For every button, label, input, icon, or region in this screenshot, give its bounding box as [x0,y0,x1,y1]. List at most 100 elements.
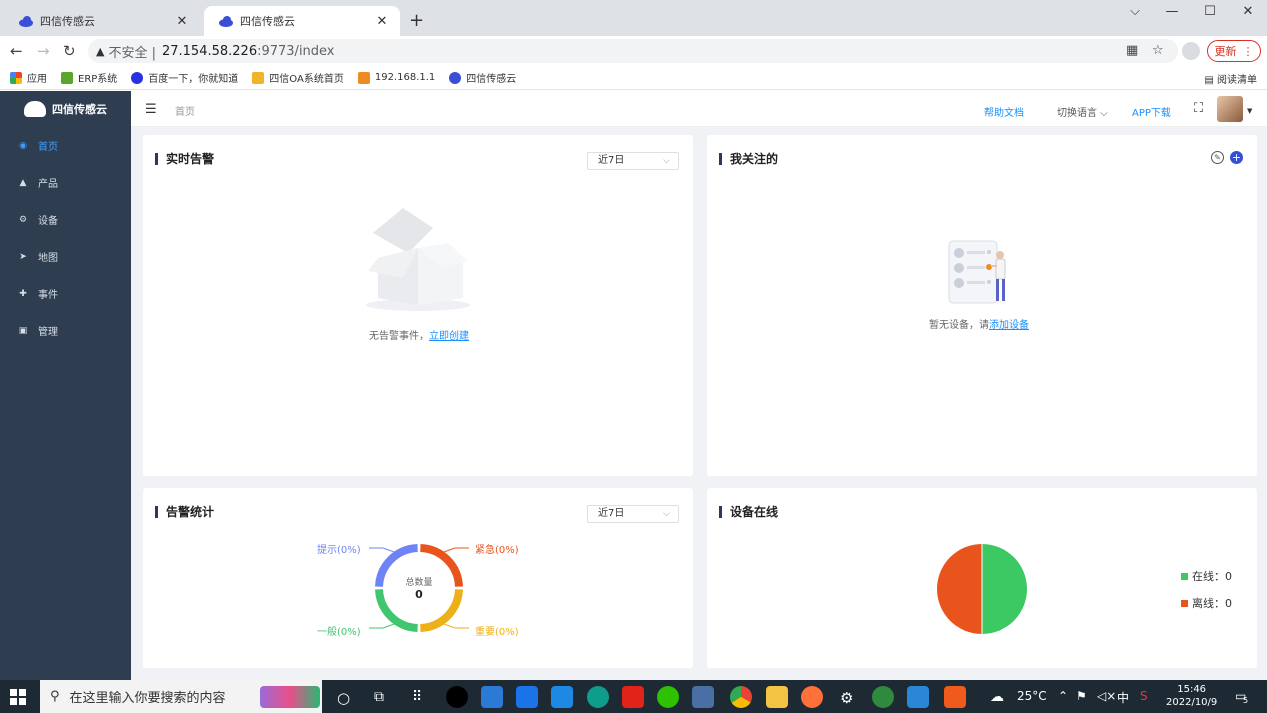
profile-avatar-icon[interactable] [1182,42,1200,60]
bookmark-oa[interactable]: 四信OA系统首页 [252,70,344,85]
followed-devices-card: 我关注的 ✎ + 暂无设备，请添加设备 [707,135,1257,476]
donut-segment-normal[interactable] [375,589,418,632]
back-icon[interactable]: ← [10,42,23,60]
weather-temp[interactable]: 25°C [1017,689,1047,703]
empty-device-text: 暂无设备，请 [929,320,989,331]
fullscreen-icon[interactable]: ⛶ [1194,101,1203,116]
minimize-icon[interactable]: — [1162,4,1182,19]
bookmark-baidu[interactable]: 百度一下，你就知道 [131,70,238,85]
bookmark-label: 四信OA系统首页 [269,74,344,85]
donut-center-value: 0 [415,588,423,601]
remote-desktop-icon[interactable] [907,686,929,708]
sidebar-item-label: 产品 [38,179,58,190]
teams-icon[interactable] [516,686,538,708]
forward-icon[interactable]: → [37,42,50,60]
browser-tab-active[interactable]: 四信传感云 ✕ [204,6,400,36]
oa-icon [252,71,265,84]
empty-box-illustration [366,208,470,311]
create-now-link[interactable]: 立即创建 [429,331,469,342]
feather-app-icon[interactable] [551,686,573,708]
sidebar-item-0[interactable]: ◉ 首页 [0,127,131,164]
search-highlight-icon[interactable] [260,686,320,708]
user-avatar[interactable] [1217,96,1243,122]
system-clock[interactable]: 15:46 2022/10/9 [1166,683,1217,709]
logo-text: 四信传感云 [52,103,107,116]
tab-search-icon[interactable]: ⌵ [1125,4,1145,19]
add-device-link[interactable]: 添加设备 [989,320,1029,331]
sidebar-item-4[interactable]: ✚ 事件 [0,275,131,312]
bookmark-erp[interactable]: ERP系统 [61,70,117,85]
app-logo[interactable]: 四信传感云 [0,91,131,127]
reading-list-icon: ▤ [1204,75,1214,86]
user-menu-caret-icon[interactable]: ▼ [1247,107,1252,115]
green-app-icon[interactable] [872,686,894,708]
app-download-link[interactable]: APP下载 [1132,104,1171,119]
bookmark-router[interactable]: 192.168.1.1 [357,71,435,84]
close-tab-icon[interactable]: ✕ [174,14,190,29]
apps-grid-icon [10,71,22,84]
weather-cloud-icon[interactable]: ☁ [990,689,1004,705]
pie-slice-offline [937,544,982,634]
sidebar-item-3[interactable]: ➤ 地图 [0,238,131,275]
sidebar-item-5[interactable]: ▣ 管理 [0,312,131,349]
warning-icon[interactable]: ▲ [96,45,104,58]
language-switch[interactable]: 切换语言 ⌵ [1057,104,1108,119]
reload-icon[interactable]: ↻ [63,42,76,60]
search-icon: ⚲ [50,689,60,704]
legend-offline[interactable]: 离线：0 [1181,595,1232,611]
breadcrumb[interactable]: 首页 [175,103,195,118]
sidebar-item-1[interactable]: ▲ 产品 [0,164,131,201]
legend-online[interactable]: 在线：0 [1181,568,1232,584]
city-app-icon[interactable] [692,686,714,708]
firefox-icon[interactable] [801,686,823,708]
more-menu-icon[interactable]: ⋮ [1243,45,1254,58]
volume-muted-icon[interactable]: ◁× [1097,689,1116,703]
edge-icon[interactable] [587,686,609,708]
qr-code-icon[interactable]: ▦ [1126,43,1138,58]
wps-icon[interactable] [622,686,644,708]
add-icon[interactable]: + [1230,151,1243,164]
maximize-icon[interactable]: ☐ [1200,4,1220,19]
network-icon[interactable]: ⚑ [1076,689,1087,703]
chrome-icon[interactable] [730,686,752,708]
help-docs-link[interactable]: 帮助文档 [984,104,1024,119]
alarm-stats-card: 告警统计 近7日 ⌵ 总数量 0 提示(0%) 紧急(0%) 一般(0%) 重要… [143,488,693,668]
empty-device-illustration [948,240,1006,304]
browser-toolbar: ← → ↻ ▲ 不安全 | 27.154.58.226 :9773/index … [0,36,1267,66]
settings-gear-icon[interactable]: ⚙ [840,689,853,707]
collapse-menu-icon[interactable]: ☰ [145,102,157,117]
time-range-select[interactable]: 近7日 ⌵ [587,152,679,170]
sogou-ime-icon[interactable]: S [1140,689,1148,703]
windows-start-icon[interactable] [10,689,26,705]
apps-launcher-icon[interactable]: ⠿ [412,689,422,705]
qq-icon[interactable] [446,686,468,708]
file-explorer-icon[interactable] [766,686,788,708]
edit-icon[interactable]: ✎ [1211,151,1224,164]
show-hidden-icons-icon[interactable]: ⌃ [1058,689,1068,703]
close-window-icon[interactable]: ✕ [1238,4,1258,19]
wechat-icon[interactable] [657,686,679,708]
task-view-icon[interactable]: ⧉ [374,689,384,705]
browser-tab[interactable]: 四信传感云 ✕ [4,6,200,36]
sidebar-menu: ◉ 首页 ▲ 产品 ⚙ 设备 ➤ 地图 ✚ 事件 ▣ 管理 [0,127,131,349]
reading-list-button[interactable]: ▤ 阅读清单 [1204,71,1257,86]
dashboard-content: 实时告警 近7日 ⌵ 无告警事件，立即创建 我关注的 ✎ + 暂无设备，请添加设… [131,127,1267,680]
router-icon [357,71,370,84]
bookmark-star-icon[interactable]: ☆ [1152,43,1164,58]
important-leader-line [440,622,469,629]
orange-app-icon[interactable] [944,686,966,708]
close-tab-icon[interactable]: ✕ [374,14,390,29]
bookmark-four-faith[interactable]: 四信传感云 [449,70,516,85]
legend-urgent: 紧急(0%) [475,545,519,556]
settings-tool-icon[interactable] [481,686,503,708]
address-bar[interactable]: ▲ 不安全 | 27.154.58.226 :9773/index [88,39,1178,63]
time-range-select[interactable]: 近7日 ⌵ [587,505,679,523]
bookmark-apps[interactable]: 应用 [10,70,47,85]
cortana-icon[interactable]: ○ [337,689,350,707]
new-tab-button[interactable]: + [409,10,424,31]
card-title: 告警统计 [155,506,214,518]
donut-segment-important[interactable] [420,589,463,632]
ime-indicator[interactable]: 中 [1117,689,1129,706]
sidebar-item-2[interactable]: ⚙ 设备 [0,201,131,238]
update-button[interactable]: 更新 ⋮ [1207,40,1261,62]
